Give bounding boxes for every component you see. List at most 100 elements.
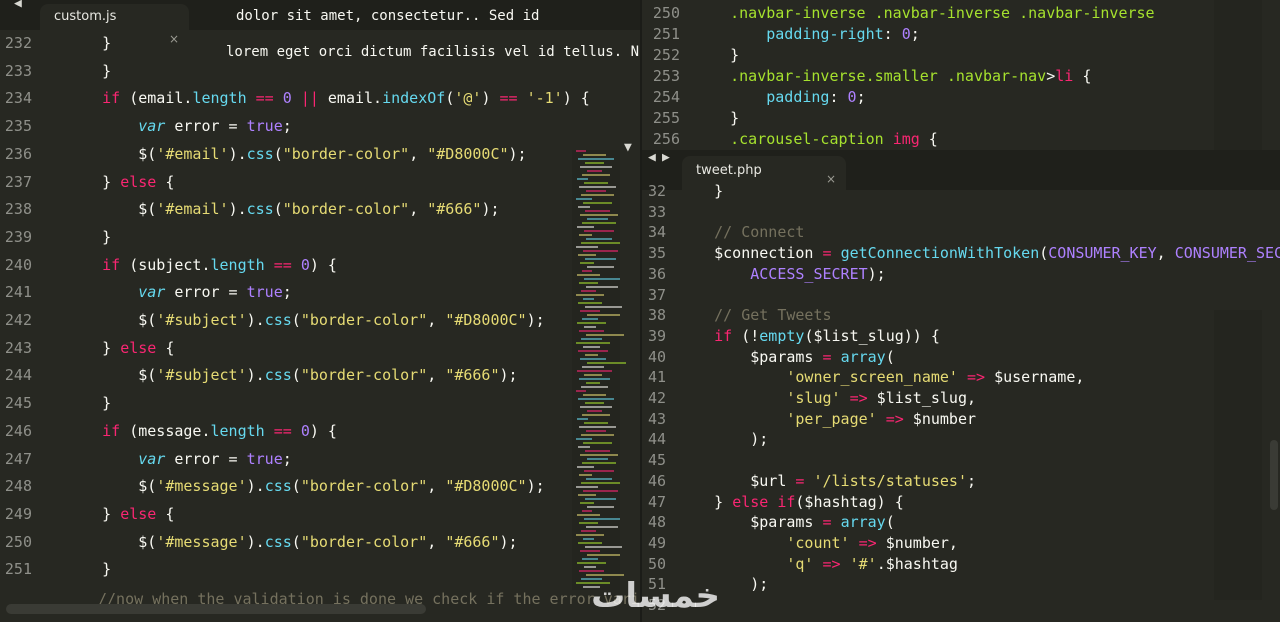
minimap-line — [586, 286, 618, 288]
line-number: 244 — [4, 366, 32, 385]
line-number: 239 — [4, 227, 32, 246]
code-line: $('#subject').css("border-color", "#D800… — [66, 311, 545, 329]
minimap-line — [587, 362, 626, 364]
minimap-line — [584, 278, 620, 280]
code-line: if (subject.length == 0) { — [102, 255, 337, 274]
minimap-line — [584, 518, 620, 520]
minimap-line — [577, 514, 600, 516]
minimap-line — [578, 206, 590, 208]
tab-nav-right-icon[interactable]: ▶ — [662, 150, 670, 165]
line-number: 238 — [4, 200, 32, 219]
minimap-line — [586, 190, 606, 192]
minimap-line — [586, 478, 612, 480]
code-line: padding-right: 0; — [766, 25, 920, 43]
minimap-line — [576, 294, 604, 296]
minimap-line — [580, 310, 600, 312]
code-line: $url = '/lists/statuses'; — [678, 471, 977, 490]
tab-scroll-left-icon[interactable]: ◀ — [14, 0, 22, 11]
minimap-line — [586, 382, 600, 384]
close-tab-icon[interactable]: × — [169, 26, 179, 52]
watermark-logo: خمسات — [591, 576, 720, 616]
minimap-line — [579, 186, 616, 188]
minimap-line — [577, 322, 606, 324]
line-number: 245 — [4, 394, 32, 413]
minimap-line — [582, 558, 598, 560]
line-number: 39 — [647, 326, 666, 345]
code-line: // Connect — [678, 223, 805, 242]
code-line: $('#email').css("border-color", "#666"); — [66, 200, 500, 219]
minimap-line — [587, 266, 614, 268]
minimap-line — [579, 378, 610, 380]
minimap-line — [583, 442, 612, 444]
code-line: .navbar-inverse .navbar-inverse .navbar-… — [730, 4, 1155, 22]
minimap-line — [585, 402, 604, 404]
minimap-line — [586, 430, 606, 432]
line-number: 235 — [4, 117, 32, 136]
code-line: 'q' => '#'.$hashtag — [786, 554, 958, 573]
code-line: var error = true; — [138, 283, 292, 302]
horizontal-scrollbar[interactable] — [6, 604, 426, 614]
line-number: 242 — [4, 311, 32, 329]
minimap-line — [582, 414, 610, 416]
line-number: 46 — [647, 471, 666, 490]
minimap-line — [584, 422, 608, 424]
right-top-minimap[interactable] — [1214, 0, 1262, 150]
line-number: 246 — [4, 421, 32, 440]
line-number: 252 — [652, 46, 680, 64]
minimap-line — [576, 342, 610, 344]
code-line: $('#message').css("border-color", "#D800… — [66, 477, 545, 496]
code-line: $params = array( — [678, 513, 895, 532]
minimap-line — [580, 214, 618, 216]
minimap-line — [580, 358, 606, 360]
line-number: 248 — [4, 477, 32, 496]
minimap-line — [576, 534, 604, 536]
minimap-line — [587, 506, 614, 508]
minimap-line — [587, 170, 602, 172]
line-number: 255 — [652, 109, 680, 127]
right-bottom-minimap[interactable] — [1214, 310, 1262, 600]
minimap-line — [576, 390, 586, 392]
minimap-line — [581, 482, 620, 484]
minimap-line — [585, 498, 616, 500]
left-minimap[interactable] — [572, 150, 626, 590]
minimap-line — [581, 386, 608, 388]
line-number: 236 — [4, 144, 32, 163]
code-line: 'owner_screen_name' => $username, — [786, 368, 1085, 387]
right-tab-bar: ◀ ▶ tweet.php × — [642, 150, 1280, 190]
code-line: if (message.length == 0) { — [102, 421, 337, 440]
minimap-line — [584, 326, 596, 328]
tab-custom-js[interactable]: custom.js × — [40, 4, 189, 46]
minimap-line — [577, 466, 594, 468]
line-number: 250 — [652, 4, 680, 22]
minimap-line — [586, 238, 612, 240]
code-line: // Get Tweets — [678, 306, 832, 325]
minimap-line — [577, 226, 594, 228]
dropdown-arrow-icon[interactable]: ▼ — [624, 140, 632, 155]
tab-nav-left-icon[interactable]: ◀ — [648, 150, 656, 165]
minimap-line — [577, 370, 612, 372]
minimap-line — [583, 202, 612, 204]
minimap-line — [584, 566, 596, 568]
minimap-line — [581, 194, 614, 196]
minimap-line — [583, 538, 594, 540]
line-number: 253 — [652, 67, 680, 85]
minimap-line — [578, 398, 614, 400]
line-number: 34 — [647, 223, 666, 242]
minimap-line — [579, 282, 598, 284]
line-number: 240 — [4, 255, 32, 274]
minimap-line — [578, 494, 596, 496]
minimap-line — [579, 330, 604, 332]
code-line: var error = true; — [138, 449, 292, 468]
vertical-scrollbar[interactable] — [1270, 440, 1278, 510]
minimap-line — [584, 182, 608, 184]
code-line: $connection = getConnectionWithToken(CON… — [678, 244, 1280, 263]
line-number: 247 — [4, 449, 32, 468]
minimap-line — [577, 418, 588, 420]
minimap-line — [587, 314, 620, 316]
code-line: } — [694, 46, 740, 64]
close-tab-icon[interactable]: × — [826, 164, 836, 194]
line-number: 256 — [652, 130, 680, 148]
minimap-line — [585, 258, 616, 260]
minimap-line — [582, 270, 592, 272]
minimap-line — [580, 166, 612, 168]
